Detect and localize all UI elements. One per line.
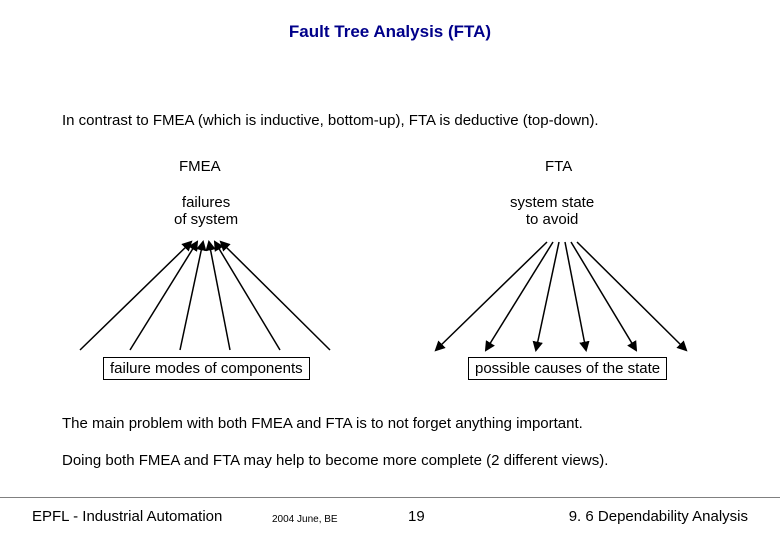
footer-date: 2004 June, BE xyxy=(272,514,338,525)
fmea-bottom-box: failure modes of components xyxy=(103,357,310,380)
footer-page-number: 19 xyxy=(408,508,425,525)
intro-text: In contrast to FMEA (which is inductive,… xyxy=(62,112,722,129)
fta-arrows-icon xyxy=(426,236,696,354)
fta-top-label: system stateto avoid xyxy=(510,194,594,229)
fmea-arrows-icon xyxy=(70,236,340,354)
fta-heading: FTA xyxy=(545,158,572,175)
footer-left: EPFL - Industrial Automation xyxy=(32,508,222,525)
body-text-1: The main problem with both FMEA and FTA … xyxy=(62,415,722,432)
slide-title: Fault Tree Analysis (FTA) xyxy=(0,22,780,42)
fmea-top-label: failuresof system xyxy=(174,194,238,229)
footer-divider xyxy=(0,497,780,498)
body-text-2: Doing both FMEA and FTA may help to beco… xyxy=(62,452,722,469)
fmea-heading: FMEA xyxy=(179,158,221,175)
footer-section: 9. 6 Dependability Analysis xyxy=(569,508,748,525)
fta-bottom-box: possible causes of the state xyxy=(468,357,667,380)
